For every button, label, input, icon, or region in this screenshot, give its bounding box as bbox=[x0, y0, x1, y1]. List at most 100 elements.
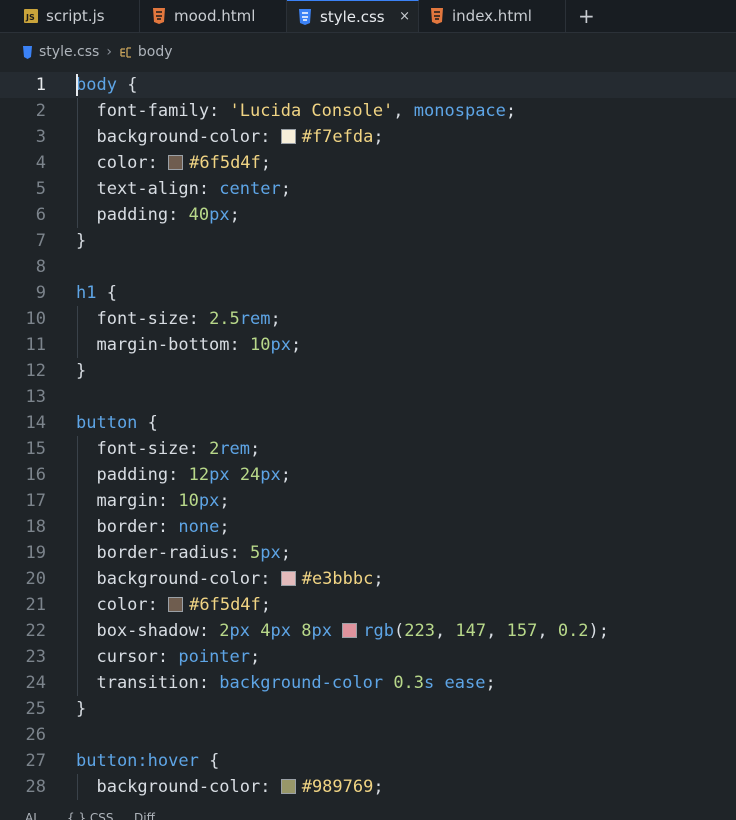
code-line[interactable]: 5 text-align: center; bbox=[0, 176, 736, 202]
line-number: 18 bbox=[25, 517, 46, 537]
text-cursor bbox=[76, 74, 78, 96]
line-number: 25 bbox=[25, 699, 46, 719]
line-number: 12 bbox=[25, 361, 46, 381]
line-number: 5 bbox=[35, 179, 46, 199]
code-line[interactable]: 28 background-color: #989769; bbox=[0, 774, 736, 800]
code-line[interactable]: 25} bbox=[0, 696, 736, 722]
line-number: 26 bbox=[25, 725, 46, 745]
code-text: padding: 40px; bbox=[76, 205, 240, 225]
html5-icon bbox=[430, 8, 444, 24]
line-number: 7 bbox=[35, 231, 46, 251]
code-text: } bbox=[76, 699, 87, 719]
tab-bar: JS script.js mood.html style.css × index… bbox=[0, 0, 736, 33]
code-line[interactable]: 17 margin: 10px; bbox=[0, 488, 736, 514]
code-text: margin: 10px; bbox=[76, 491, 230, 511]
code-line[interactable]: 10 font-size: 2.5rem; bbox=[0, 306, 736, 332]
tab-index-html[interactable]: index.html bbox=[419, 0, 566, 32]
tab-label: style.css bbox=[320, 7, 385, 26]
code-text: background-color: #f7efda; bbox=[76, 127, 384, 147]
code-text: box-shadow: 2px 4px 8px rgb(223, 147, 15… bbox=[76, 621, 610, 641]
color-swatch[interactable] bbox=[168, 597, 184, 612]
code-line[interactable]: 9 h1 { bbox=[0, 280, 736, 306]
code-text: transition: background-color 0.3s ease; bbox=[76, 673, 496, 693]
code-line[interactable]: 13 bbox=[0, 384, 736, 410]
code-line[interactable]: 27 button:hover { bbox=[0, 748, 736, 774]
code-text: background-color: #989769; bbox=[76, 777, 384, 797]
code-text: h1 { bbox=[76, 283, 117, 303]
color-swatch[interactable] bbox=[280, 571, 296, 586]
code-line[interactable]: 20 background-color: #e3bbbc; bbox=[0, 566, 736, 592]
tab-script-js[interactable]: JS script.js bbox=[0, 0, 140, 32]
line-number: 13 bbox=[25, 387, 46, 407]
code-text: border: none; bbox=[76, 517, 230, 537]
line-number: 2 bbox=[35, 101, 46, 121]
tab-label: script.js bbox=[46, 7, 105, 25]
code-text: font-family: 'Lucida Console', monospace… bbox=[76, 101, 517, 121]
code-line[interactable]: 14 button { bbox=[0, 410, 736, 436]
line-number: 23 bbox=[25, 647, 46, 667]
breadcrumb: style.css › body bbox=[0, 33, 736, 71]
color-swatch[interactable] bbox=[280, 779, 296, 794]
line-number: 3 bbox=[35, 127, 46, 147]
code-line[interactable]: 26 bbox=[0, 722, 736, 748]
color-swatch[interactable] bbox=[342, 623, 358, 638]
code-text: color: #6f5d4f; bbox=[76, 153, 272, 173]
line-number: 16 bbox=[25, 465, 46, 485]
svg-text:JS: JS bbox=[25, 13, 35, 22]
code-line[interactable]: 18 border: none; bbox=[0, 514, 736, 540]
new-tab-button[interactable]: + bbox=[578, 4, 595, 28]
line-number: 1 bbox=[35, 75, 46, 95]
code-line[interactable]: 16 padding: 12px 24px; bbox=[0, 462, 736, 488]
code-line[interactable]: 7} bbox=[0, 228, 736, 254]
status-language[interactable]: { } CSS bbox=[67, 811, 114, 820]
line-number: 19 bbox=[25, 543, 46, 563]
code-text: text-align: center; bbox=[76, 179, 291, 199]
code-line[interactable]: 8 bbox=[0, 254, 736, 280]
code-text: color: #6f5d4f; bbox=[76, 595, 272, 615]
code-text: button:hover { bbox=[76, 751, 220, 771]
line-number: 10 bbox=[25, 309, 46, 329]
code-line[interactable]: 11 margin-bottom: 10px; bbox=[0, 332, 736, 358]
line-number: 9 bbox=[35, 283, 46, 303]
code-line[interactable]: 19 border-radius: 5px; bbox=[0, 540, 736, 566]
code-line[interactable]: 1 body { bbox=[0, 72, 736, 98]
status-ai[interactable]: AI bbox=[25, 811, 37, 820]
code-line[interactable]: 15 font-size: 2rem; bbox=[0, 436, 736, 462]
breadcrumb-symbol[interactable]: body bbox=[138, 44, 173, 60]
code-line[interactable]: 21 color: #6f5d4f; bbox=[0, 592, 736, 618]
tab-mood-html[interactable]: mood.html bbox=[140, 0, 287, 32]
code-line[interactable]: 2 font-family: 'Lucida Console', monospa… bbox=[0, 98, 736, 124]
css3-icon bbox=[298, 8, 312, 25]
line-number: 22 bbox=[25, 621, 46, 641]
code-line[interactable]: 12} bbox=[0, 358, 736, 384]
code-line[interactable]: 3 background-color: #f7efda; bbox=[0, 124, 736, 150]
breadcrumb-file[interactable]: style.css bbox=[39, 44, 99, 60]
tab-style-css[interactable]: style.css × bbox=[287, 0, 419, 32]
line-number: 17 bbox=[25, 491, 46, 511]
code-line[interactable]: 6 padding: 40px; bbox=[0, 202, 736, 228]
code-editor[interactable]: 1 body {2 font-family: 'Lucida Console', … bbox=[0, 71, 736, 805]
css3-icon bbox=[22, 45, 33, 59]
status-diff[interactable]: Diff bbox=[134, 811, 155, 820]
code-text: margin-bottom: 10px; bbox=[76, 335, 302, 355]
line-number: 21 bbox=[25, 595, 46, 615]
breadcrumb-separator: › bbox=[106, 44, 112, 60]
code-line[interactable]: 24 transition: background-color 0.3s eas… bbox=[0, 670, 736, 696]
line-number: 8 bbox=[35, 257, 46, 277]
code-text: button { bbox=[76, 413, 158, 433]
tab-label: index.html bbox=[452, 7, 532, 25]
code-text: cursor: pointer; bbox=[76, 647, 261, 667]
code-line[interactable]: 22 box-shadow: 2px 4px 8px rgb(223, 147,… bbox=[0, 618, 736, 644]
code-text: font-size: 2.5rem; bbox=[76, 309, 281, 329]
color-swatch[interactable] bbox=[280, 129, 296, 144]
code-line[interactable]: 4 color: #6f5d4f; bbox=[0, 150, 736, 176]
line-number: 28 bbox=[25, 777, 46, 797]
line-number: 24 bbox=[25, 673, 46, 693]
indent-guide bbox=[77, 436, 78, 696]
code-line[interactable]: 23 cursor: pointer; bbox=[0, 644, 736, 670]
close-icon[interactable]: × bbox=[399, 9, 410, 24]
indent-guide bbox=[77, 306, 78, 358]
code-text: background-color: #e3bbbc; bbox=[76, 569, 384, 589]
color-swatch[interactable] bbox=[168, 155, 184, 170]
html5-icon bbox=[152, 8, 166, 24]
